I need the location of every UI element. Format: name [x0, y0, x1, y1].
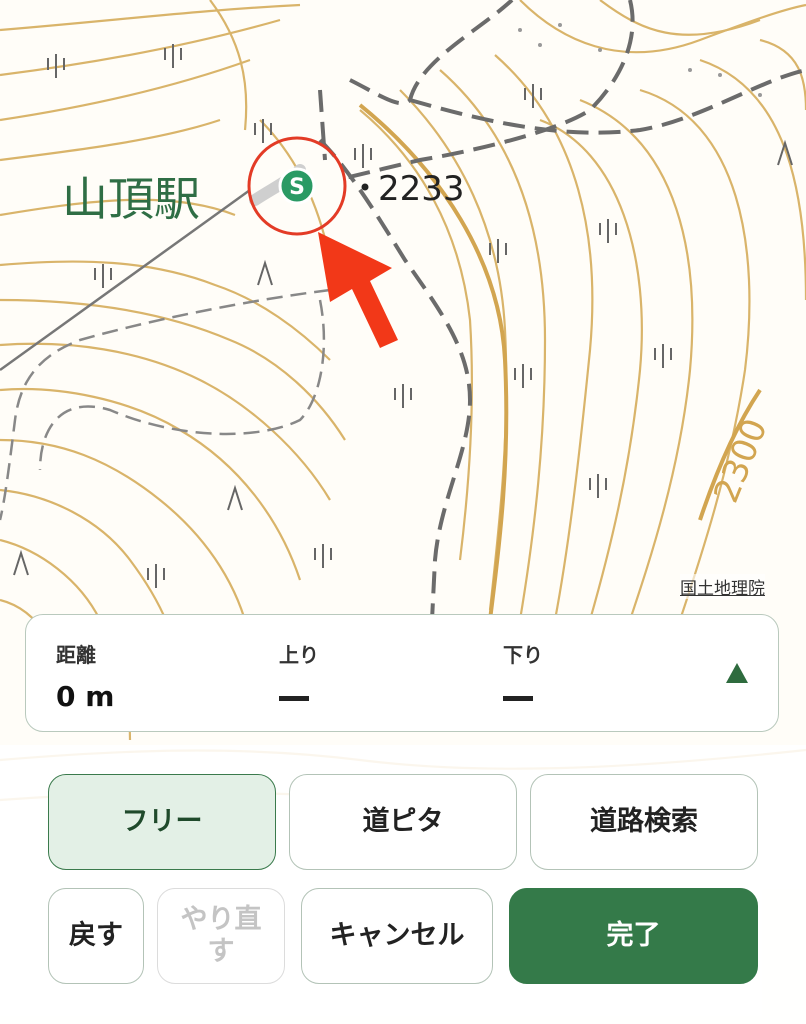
expand-panel-icon[interactable] — [726, 663, 748, 683]
mode-road-search-button[interactable]: 道路検索 — [530, 774, 758, 870]
descent-label: 下り — [503, 643, 543, 667]
cancel-button[interactable]: キャンセル — [301, 888, 493, 984]
route-stats-panel: 距離 0 m 上り 下り — [25, 614, 779, 732]
mode-free-button[interactable]: フリー — [48, 774, 276, 870]
spot-height: 2233 — [378, 169, 465, 209]
start-marker-label: S — [289, 175, 305, 200]
descent-stat: 下り — [503, 639, 543, 701]
ascent-label: 上り — [279, 643, 319, 667]
ascent-stat: 上り — [279, 639, 319, 701]
start-marker[interactable]: S — [278, 167, 316, 205]
undo-button[interactable]: 戻す — [48, 888, 144, 984]
done-button[interactable]: 完了 — [509, 888, 758, 984]
mode-snap-button[interactable]: 道ピタ — [289, 774, 517, 870]
distance-value: 0 m — [56, 680, 115, 713]
distance-label: 距離 — [56, 643, 96, 667]
spot-height-dot — [361, 183, 369, 191]
station-name: 山頂駅 — [62, 172, 200, 226]
editor-controls: フリー 道ピタ 道路検索 戻す やり直す キャンセル 完了 — [0, 745, 806, 1024]
distance-stat: 距離 0 m — [56, 639, 114, 713]
ascent-value — [279, 696, 309, 701]
descent-value — [503, 696, 533, 701]
redo-button[interactable]: やり直す — [157, 888, 285, 984]
map-attribution[interactable]: 国土地理院 — [680, 574, 765, 599]
